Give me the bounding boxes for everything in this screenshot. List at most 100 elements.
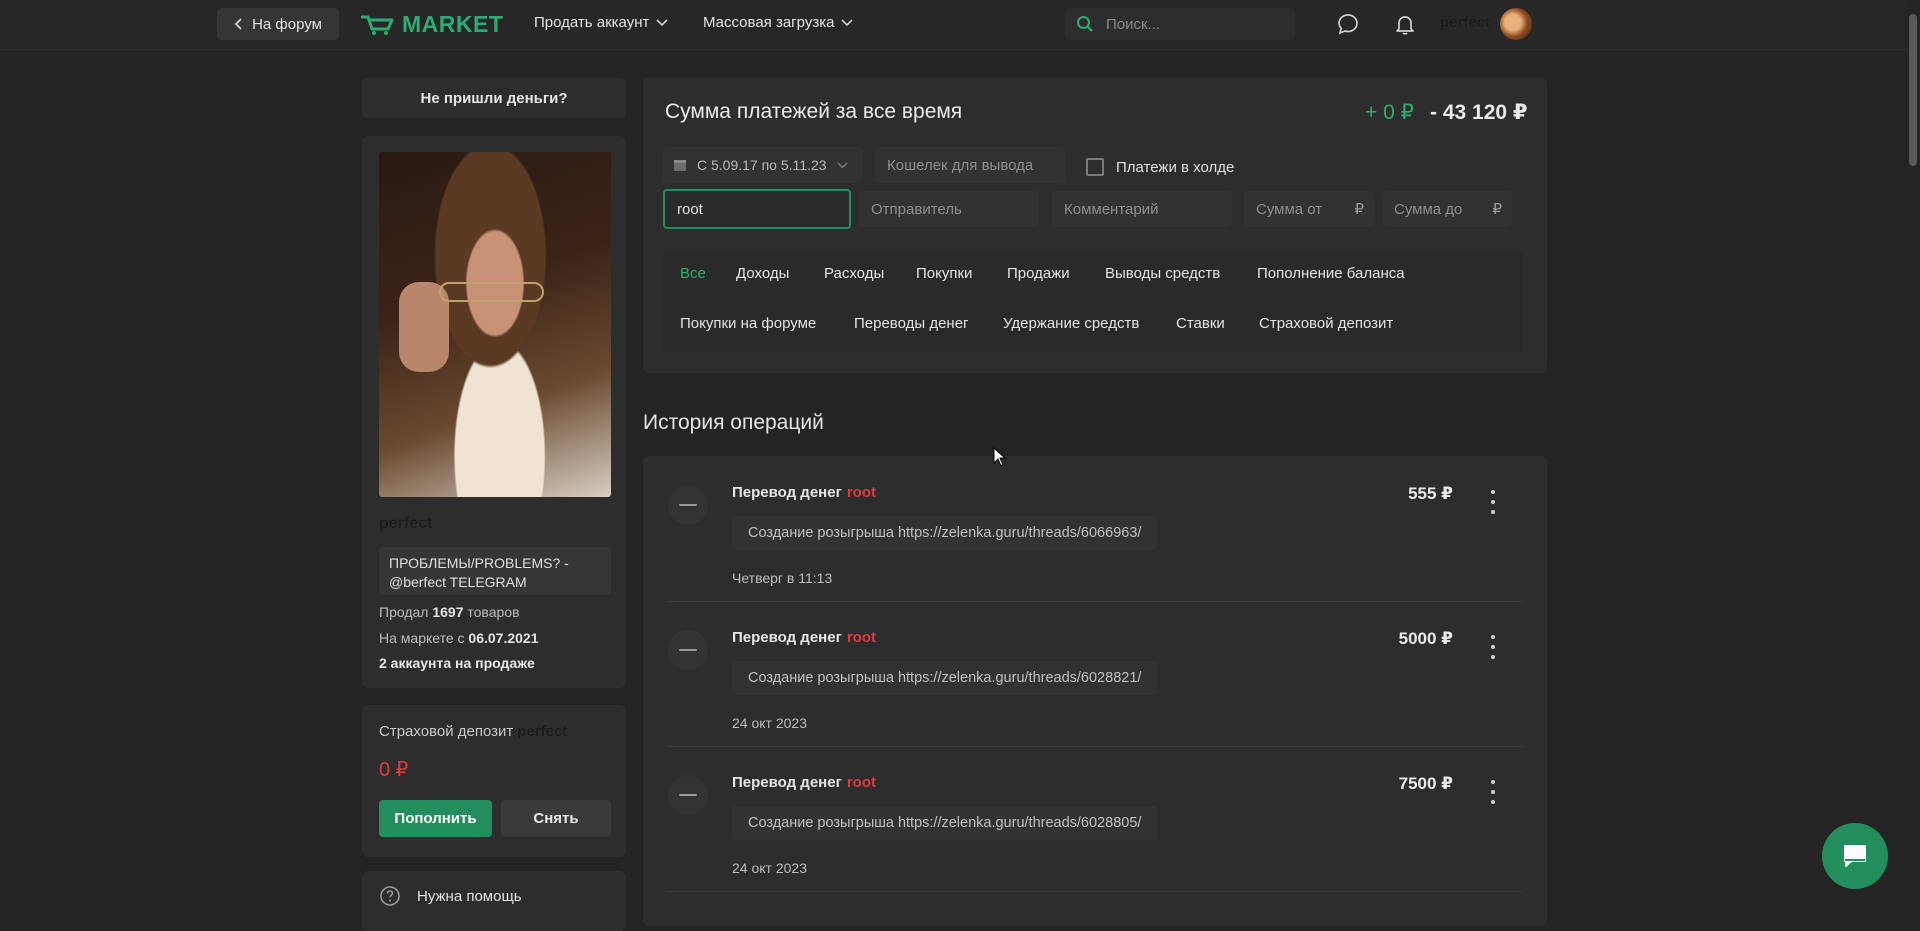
- chevron-down-icon: [837, 161, 848, 169]
- chevron-down-icon: [656, 18, 668, 26]
- sum-to-field[interactable]: ₽: [1382, 191, 1512, 227]
- minus-icon: [668, 485, 708, 525]
- filter-all[interactable]: Все: [680, 265, 706, 282]
- minus-icon: [668, 630, 708, 670]
- search-input[interactable]: [1104, 14, 1288, 34]
- filter-bets[interactable]: Ставки: [1176, 315, 1225, 332]
- checkbox-box[interactable]: [1086, 158, 1104, 176]
- top-bar: На форум MARKET Продать аккаунт Массовая…: [0, 0, 1920, 50]
- not-received-label: Не пришли деньги?: [420, 89, 568, 107]
- calendar-icon: [674, 160, 686, 171]
- operation-user-link[interactable]: root: [847, 484, 876, 501]
- filter-insurance-deposit[interactable]: Страховой депозит: [1259, 315, 1393, 332]
- support-chat-button[interactable]: [1822, 823, 1888, 889]
- more-options-icon[interactable]: [1483, 780, 1503, 804]
- back-to-forum-button[interactable]: На форум: [217, 8, 339, 40]
- sender-field[interactable]: [859, 191, 1039, 227]
- member-since: На маркете с 06.07.2021: [379, 630, 539, 646]
- nav-sell-account[interactable]: Продать аккаунт: [534, 14, 668, 31]
- sum-from-input[interactable]: [1254, 199, 1351, 219]
- filter-balance-topup[interactable]: Пополнение баланса: [1257, 265, 1405, 282]
- more-options-icon[interactable]: [1483, 635, 1503, 659]
- hold-payments-checkbox[interactable]: Платежи в холде: [1086, 158, 1234, 176]
- hold-payments-label: Платежи в холде: [1116, 158, 1235, 176]
- date-range-value: С 5.09.17 по 5.11.23: [697, 157, 827, 173]
- wallet-input[interactable]: [885, 155, 1055, 175]
- chevron-down-icon: [841, 18, 854, 26]
- avatar[interactable]: [1500, 8, 1532, 40]
- profile-card: perfect ПРОБЛЕМЫ/PROBLEMS? - @berfect TE…: [362, 136, 626, 688]
- operation-amount: 7500 ₽: [1398, 774, 1453, 793]
- accounts-on-sale-link[interactable]: 2 аккаунта на продаже: [379, 655, 535, 671]
- sold-prefix: Продал: [379, 604, 429, 620]
- operation-type-filters: Все Доходы Расходы Покупки Продажи Вывод…: [663, 252, 1523, 352]
- search-box[interactable]: [1065, 8, 1295, 40]
- date-range-picker[interactable]: С 5.09.17 по 5.11.23: [663, 147, 863, 183]
- currency-label: ₽: [1354, 201, 1364, 218]
- operation-amount: 555 ₽: [1408, 484, 1453, 503]
- messages-button[interactable]: [1337, 13, 1359, 39]
- profile-name[interactable]: perfect: [379, 515, 432, 533]
- page-scrollbar[interactable]: [1906, 0, 1920, 906]
- comment-input[interactable]: [1062, 199, 1222, 219]
- filter-forum-purchases[interactable]: Покупки на форуме: [680, 315, 816, 332]
- topup-button[interactable]: Пополнить: [379, 800, 492, 837]
- filter-funds-hold[interactable]: Удержание средств: [1003, 315, 1139, 332]
- not-received-button[interactable]: Не пришли деньги?: [362, 78, 626, 118]
- photo-detail: [439, 282, 544, 302]
- help-link[interactable]: Нужна помощь: [379, 885, 522, 907]
- mouse-cursor-icon: [993, 447, 1007, 467]
- nav-mass-upload[interactable]: Массовая загрузка: [703, 14, 854, 31]
- sender-input[interactable]: [869, 199, 1029, 219]
- nav-sell-account-label: Продать аккаунт: [534, 14, 650, 31]
- market-logo[interactable]: MARKET: [360, 11, 503, 38]
- divider: [668, 746, 1523, 747]
- profile-photo[interactable]: [379, 152, 611, 497]
- filter-purchases[interactable]: Покупки: [916, 265, 972, 282]
- nav-mass-upload-label: Массовая загрузка: [703, 14, 835, 31]
- receiver-field[interactable]: [663, 189, 851, 229]
- help-card: Нужна помощь: [362, 871, 626, 931]
- sum-from-field[interactable]: ₽: [1244, 191, 1374, 227]
- comment-field[interactable]: [1052, 191, 1232, 227]
- operation-item[interactable]: Перевод денег root Создание розыгрыша htt…: [668, 609, 1523, 754]
- payments-title: Сумма платежей за все время: [665, 100, 963, 123]
- since-date: 06.07.2021: [468, 630, 539, 646]
- chat-bubble-icon: [1338, 14, 1358, 35]
- divider: [668, 601, 1523, 602]
- scrollbar-thumb[interactable]: [1909, 14, 1917, 166]
- cart-icon: [361, 15, 394, 35]
- filter-expenses[interactable]: Расходы: [824, 265, 884, 282]
- wallet-field[interactable]: [875, 147, 1065, 183]
- operation-type: Перевод денег: [732, 774, 842, 791]
- filter-income[interactable]: Доходы: [736, 265, 789, 282]
- sum-to-input[interactable]: [1392, 199, 1489, 219]
- more-options-icon[interactable]: [1483, 490, 1503, 514]
- filter-sales[interactable]: Продажи: [1007, 265, 1070, 282]
- divider: [668, 891, 1523, 892]
- operation-date: 24 окт 2023: [732, 715, 807, 731]
- operation-date: 24 окт 2023: [732, 860, 807, 876]
- operation-user-link[interactable]: root: [847, 774, 876, 791]
- operation-item[interactable]: Перевод денег root Создание розыгрыша htt…: [668, 754, 1523, 899]
- operation-title: Перевод денег root: [732, 629, 876, 646]
- filter-money-transfers[interactable]: Переводы денег: [854, 315, 969, 332]
- operation-user-link[interactable]: root: [847, 629, 876, 646]
- sold-suffix: товаров: [467, 604, 520, 620]
- deposit-title: Страховой депозит perfect: [379, 723, 567, 740]
- receiver-input[interactable]: [675, 199, 839, 219]
- username-top[interactable]: perfect: [1440, 14, 1490, 31]
- back-label: На форум: [252, 15, 322, 33]
- filter-withdrawals[interactable]: Выводы средств: [1105, 265, 1220, 282]
- income-total: + 0 ₽: [1365, 101, 1414, 124]
- operation-item[interactable]: Перевод денег root Создание розыгрыша htt…: [668, 464, 1523, 609]
- operation-type: Перевод денег: [732, 484, 842, 501]
- bell-icon: [1396, 16, 1414, 35]
- withdraw-button[interactable]: Снять: [501, 800, 611, 837]
- search-icon: [1077, 16, 1093, 32]
- outcome-total: - 43 120 ₽: [1430, 101, 1528, 124]
- notifications-button[interactable]: [1394, 13, 1416, 39]
- payments-card: Сумма платежей за все время + 0 ₽ - 43 1…: [643, 78, 1547, 373]
- operation-type: Перевод денег: [732, 629, 842, 646]
- deposit-title-label: Страховой депозит: [379, 723, 514, 740]
